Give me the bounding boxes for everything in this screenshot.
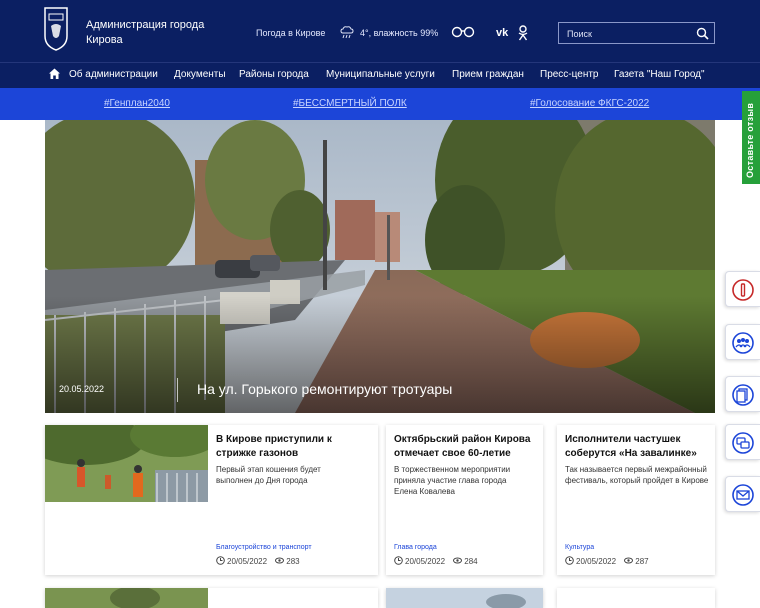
news-views: 283 xyxy=(286,557,300,566)
weather-link[interactable]: Погода в Кирове xyxy=(256,28,325,38)
search-box xyxy=(558,22,715,44)
news-date: 20/05/2022 xyxy=(405,557,446,566)
news-date: 20/05/2022 xyxy=(227,557,268,566)
news-meta: 20/05/2022 284 xyxy=(394,556,478,566)
main-nav: Об администрации Документы Районы города… xyxy=(0,62,760,88)
mail-icon xyxy=(732,484,754,506)
news-meta: 20/05/2022 287 xyxy=(565,556,649,566)
news-meta: 20/05/2022 283 xyxy=(216,556,300,566)
news-category[interactable]: Культура xyxy=(565,544,594,551)
nav-item-services[interactable]: Муниципальные услуги xyxy=(326,69,435,80)
chat-icon xyxy=(732,432,754,454)
odnoklassniki-icon[interactable] xyxy=(518,25,528,41)
side-people-button[interactable] xyxy=(725,324,760,360)
clock-icon xyxy=(565,556,574,565)
search-icon[interactable] xyxy=(696,27,709,40)
hero-divider xyxy=(177,378,178,402)
home-icon[interactable] xyxy=(48,67,61,80)
news-thumbnail xyxy=(45,425,208,502)
news-thumbnail xyxy=(386,588,543,608)
news-title[interactable]: Октябрьский район Кирова отмечает свое 6… xyxy=(394,433,539,461)
tag-immortal-regiment[interactable]: #БЕССМЕРТНЫЙ ПОЛК xyxy=(293,98,407,109)
news-card[interactable]: Октябрьский район Кирова отмечает свое 6… xyxy=(386,425,543,575)
news-card-partial[interactable] xyxy=(386,588,543,608)
hashtag-bar: #Генплан2040 #БЕССМЕРТНЫЙ ПОЛК #Голосова… xyxy=(0,88,760,120)
city-crest-icon[interactable] xyxy=(43,6,69,52)
nav-item-newspaper[interactable]: Газета "Наш Город" xyxy=(614,69,705,80)
news-summary: В торжественном мероприятии приняла учас… xyxy=(394,465,511,496)
news-category[interactable]: Благоустройство и транспорт xyxy=(216,544,312,551)
weather-info: 4°, влажность 99% xyxy=(360,28,439,38)
news-views: 284 xyxy=(464,557,478,566)
clock-icon xyxy=(394,556,403,565)
hero-date: 20.05.2022 xyxy=(59,384,105,394)
side-document-button[interactable] xyxy=(725,376,760,412)
news-category[interactable]: Глава города xyxy=(394,544,437,551)
news-title[interactable]: В Кирове приступили к стрижке газонов xyxy=(216,433,371,461)
news-title[interactable]: Исполнители частушек соберутся «На завал… xyxy=(565,433,710,461)
news-card[interactable]: В Кирове приступили к стрижке газонов Пе… xyxy=(45,425,378,575)
glasses-icon[interactable] xyxy=(451,26,475,38)
hero-banner[interactable]: 20.05.2022 На ул. Горького ремонтируют т… xyxy=(45,120,715,413)
hero-image xyxy=(45,120,715,413)
tag-vote[interactable]: #Голосование ФКГС-2022 xyxy=(530,98,649,109)
news-card[interactable]: Исполнители частушек соберутся «На завал… xyxy=(557,425,715,575)
news-summary: Первый этап кошения будет выполнен до Дн… xyxy=(216,465,321,485)
people-icon xyxy=(732,332,754,354)
feedback-label: Оставьте отзыв xyxy=(745,102,755,178)
side-alert-button[interactable] xyxy=(725,271,760,307)
cloud-rain-icon xyxy=(340,26,354,39)
news-date: 20/05/2022 xyxy=(576,557,617,566)
clock-icon xyxy=(216,556,225,565)
nav-item-press[interactable]: Пресс-центр xyxy=(540,69,598,80)
side-mail-button[interactable] xyxy=(725,476,760,512)
eye-icon xyxy=(624,557,634,564)
nav-item-districts[interactable]: Районы города xyxy=(239,69,309,80)
nav-item-about[interactable]: Об администрации xyxy=(69,69,158,80)
eye-icon xyxy=(275,557,285,564)
news-card-partial[interactable] xyxy=(557,588,715,608)
news-summary: Так называется первый межрайонный фестив… xyxy=(565,465,709,485)
document-icon xyxy=(732,384,754,406)
nav-item-documents[interactable]: Документы xyxy=(174,69,226,80)
side-chat-button[interactable] xyxy=(725,424,760,460)
alert-icon xyxy=(732,279,754,301)
feedback-tab[interactable]: Оставьте отзыв xyxy=(742,91,760,184)
news-card-partial[interactable] xyxy=(45,588,378,608)
site-title[interactable]: Администрация города Кирова xyxy=(86,18,216,48)
tag-genplan[interactable]: #Генплан2040 xyxy=(104,98,170,109)
nav-item-reception[interactable]: Прием граждан xyxy=(452,69,524,80)
eye-icon xyxy=(453,557,463,564)
hero-title[interactable]: На ул. Горького ремонтируют тротуары xyxy=(197,381,452,397)
vk-icon[interactable]: vk xyxy=(496,27,508,39)
site-header: Администрация города Кирова Погода в Кир… xyxy=(0,0,760,62)
news-views: 287 xyxy=(635,557,649,566)
news-thumbnail xyxy=(45,588,208,608)
search-input[interactable] xyxy=(567,27,687,40)
